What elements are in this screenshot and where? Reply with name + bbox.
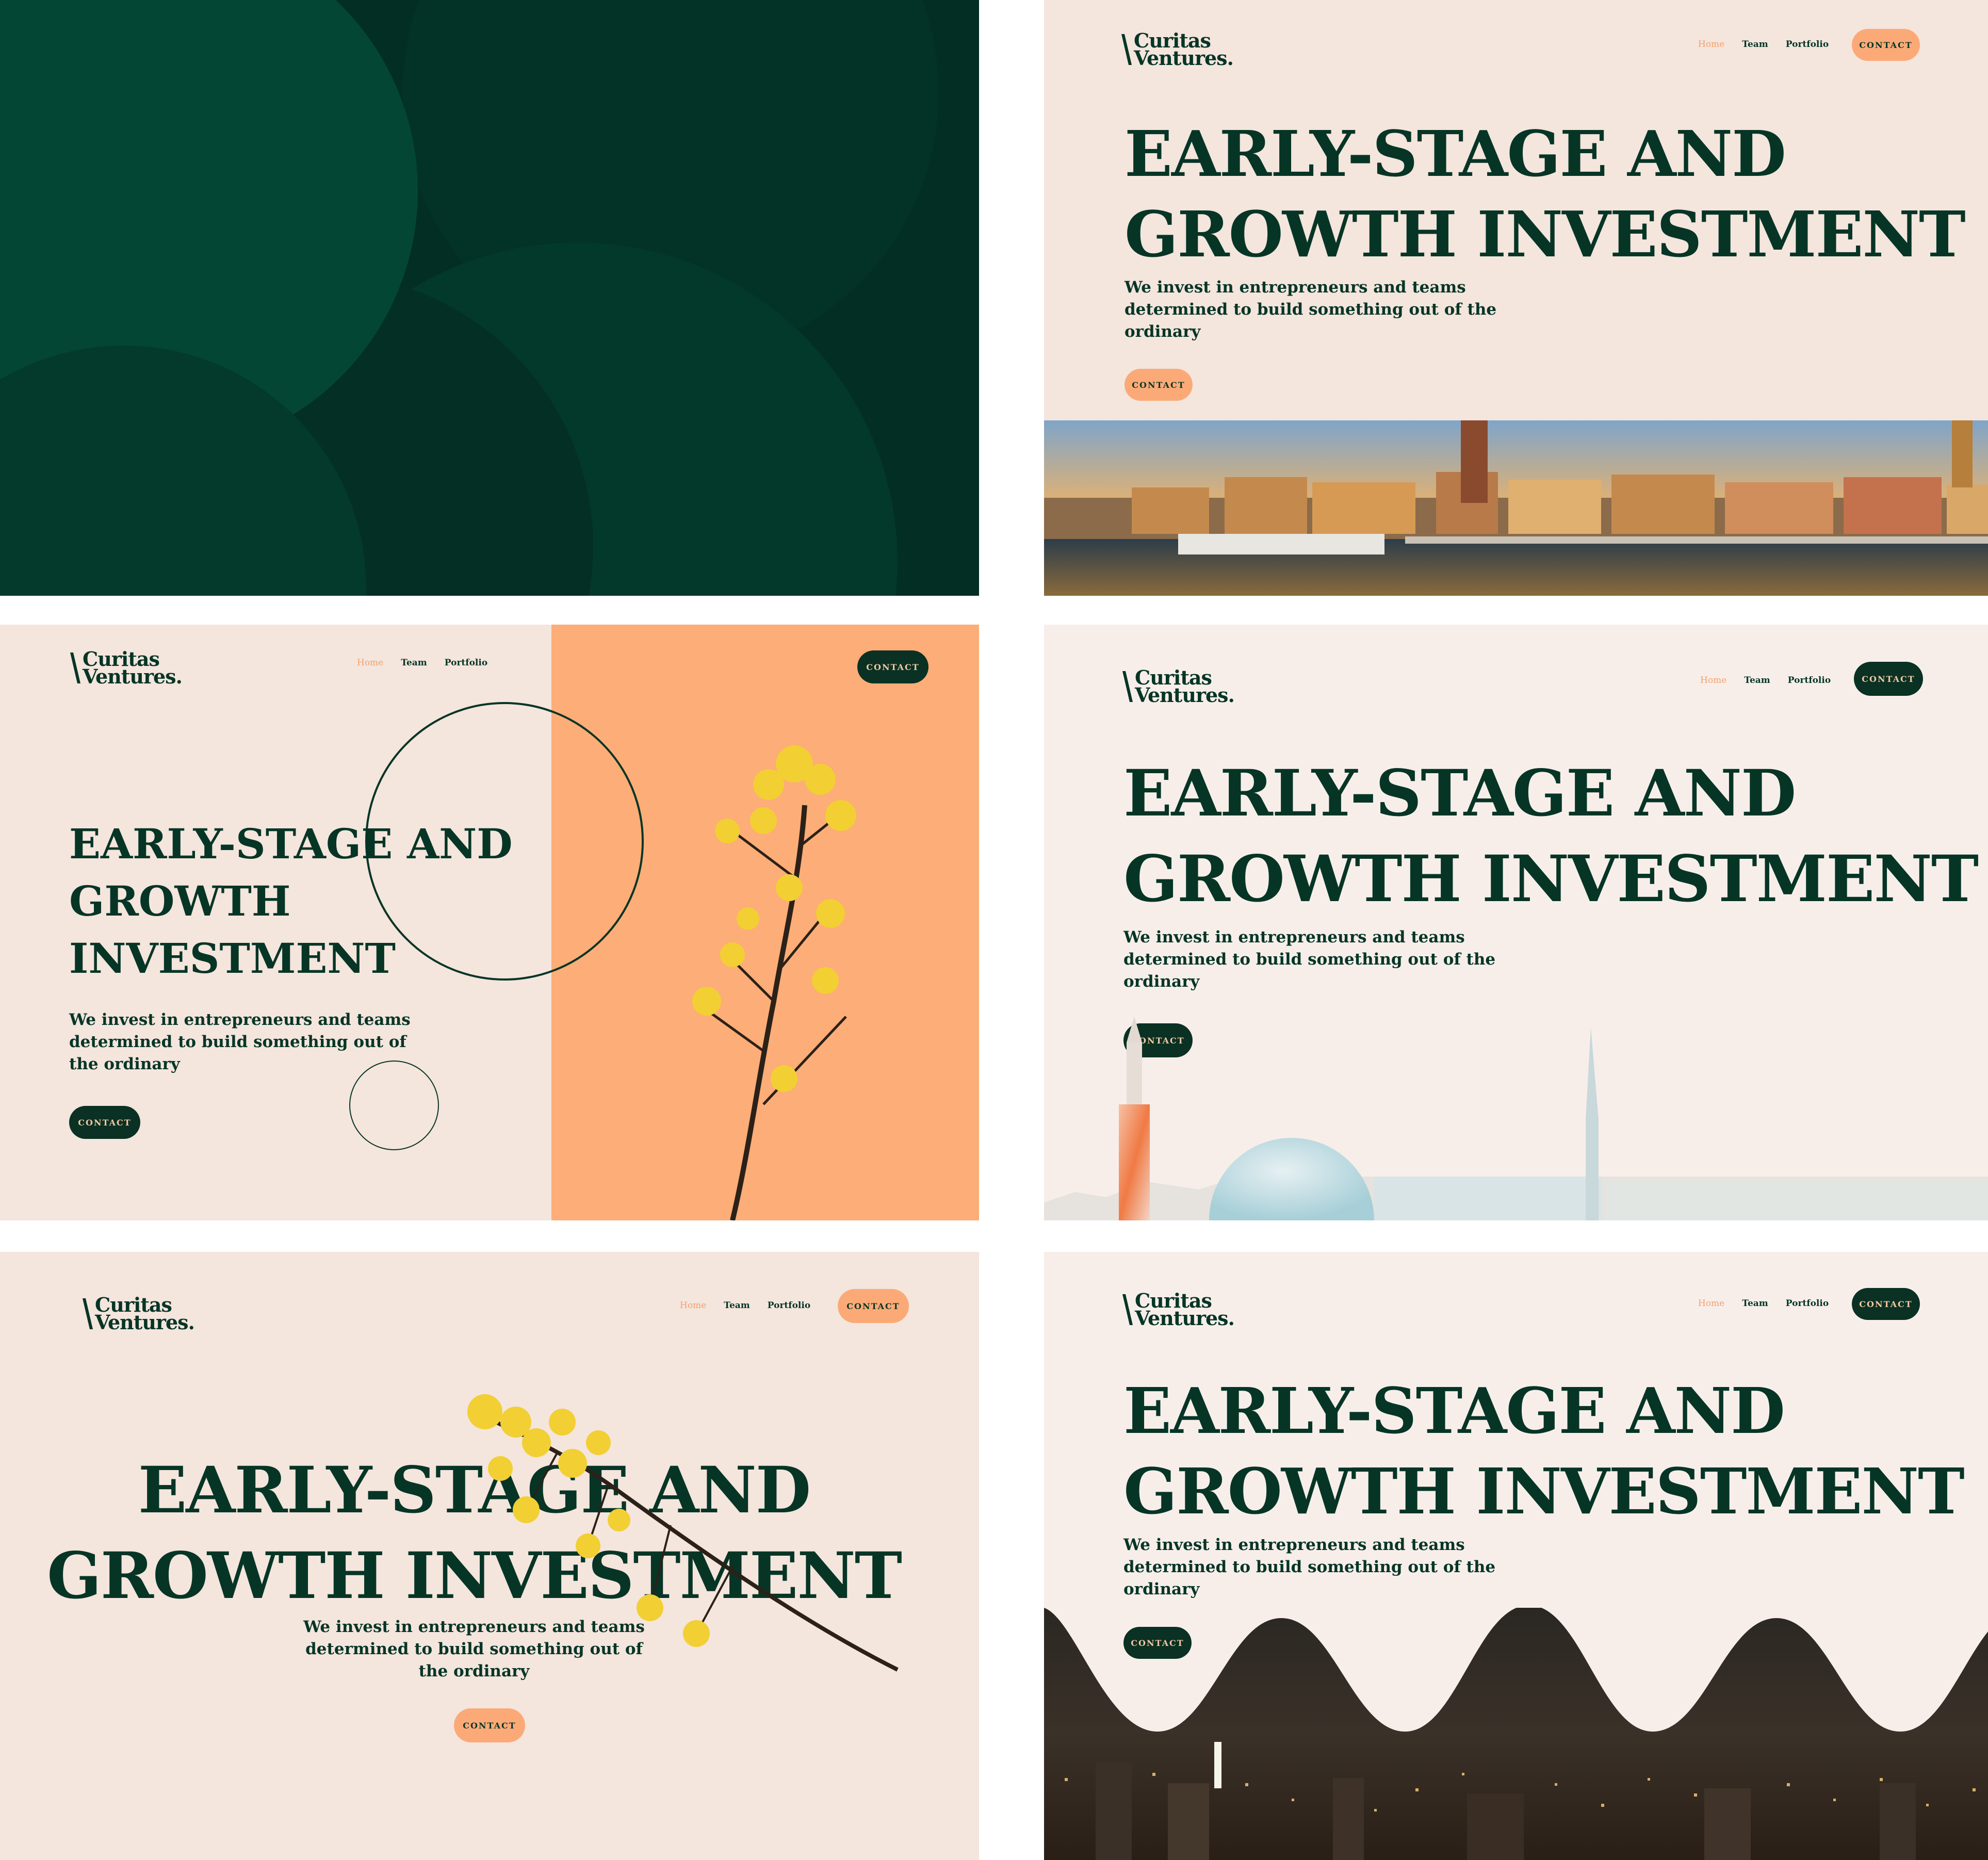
nav-team[interactable]: Team — [724, 1300, 750, 1311]
hero-subtitle: We invest in entrepreneurs and teams det… — [1125, 276, 1496, 343]
hero-headline-line1: EARLY-STAGE AND — [69, 820, 513, 868]
brand-line2: Ventures. — [1135, 1307, 1235, 1330]
brand-line2: Ventures. — [1135, 683, 1235, 707]
nav-team[interactable]: Team — [1742, 39, 1768, 50]
variant-split-flower: Curitas Ventures. Home Team Portfolio CO… — [0, 625, 979, 1220]
hero-subtitle: We invest in entrepreneurs and teams det… — [1123, 926, 1495, 993]
contact-nav-button[interactable]: CONTACT — [1852, 29, 1920, 61]
subtitle-line2: determined to build something out of the — [1123, 1558, 1496, 1576]
nav-home[interactable]: Home — [680, 1300, 706, 1311]
nav-home[interactable]: Home — [1698, 39, 1724, 50]
variant-night-city: Curitas Ventures. Home Team Portfolio CO… — [1044, 1252, 1988, 1860]
nav-home[interactable]: Home — [1700, 675, 1726, 686]
hero-headline-line1: EARLY-STAGE AND — [1123, 1374, 1785, 1448]
logo-mark-icon — [1121, 34, 1132, 65]
hero-headline: EARLY-STAGE AND GROWTH INVESTMENT — [69, 815, 513, 987]
hero-contact-button[interactable]: CONTACT — [1125, 369, 1193, 401]
subtitle-line3: ordinary — [1125, 322, 1201, 341]
contact-nav-button[interactable]: CONTACT — [1852, 1288, 1920, 1320]
abstract-circles-panel — [0, 0, 979, 596]
subtitle-line2: determined to build something out of — [305, 1640, 643, 1658]
contact-nav-button[interactable]: CONTACT — [838, 1289, 909, 1323]
brand-logo[interactable]: Curitas Ventures. — [1122, 668, 1235, 707]
nav-team[interactable]: Team — [1742, 1298, 1768, 1309]
brand-logo[interactable]: Curitas Ventures. — [1122, 1291, 1235, 1330]
hero-headline-line2: GROWTH INVESTMENT — [1123, 1454, 1965, 1528]
brand-logo[interactable]: Curitas Ventures. — [83, 1295, 195, 1334]
subtitle-line3: the ordinary — [69, 1055, 180, 1073]
contact-nav-button[interactable]: CONTACT — [1854, 662, 1923, 696]
hero-subtitle: We invest in entrepreneurs and teams det… — [1123, 1534, 1495, 1601]
hero-headline: EARLY-STAGE AND GROWTH INVESTMENT — [1125, 113, 1966, 274]
subtitle-line3: the ordinary — [418, 1662, 530, 1680]
subtitle-line2: determined to build something out of the — [1125, 300, 1497, 319]
subtitle-line2: determined to build something out of — [69, 1033, 406, 1051]
subtitle-line3: ordinary — [1123, 1580, 1200, 1598]
hero-headline: EARLY-STAGE AND GROWTH INVESTMENT — [1123, 1370, 1965, 1531]
subtitle-line1: We invest in entrepreneurs and teams — [303, 1618, 645, 1636]
logo-mark-icon — [1122, 1294, 1133, 1325]
hero-headline-line3: INVESTMENT — [69, 934, 396, 983]
hero-headline-line2: GROWTH — [69, 877, 291, 925]
variant-city-photo: Curitas Ventures. Home Team Portfolio CO… — [1044, 0, 1988, 596]
hero-headline-line1: EARLY-STAGE AND — [1125, 117, 1786, 191]
nav-portfolio[interactable]: Portfolio — [1786, 1298, 1829, 1309]
main-nav: Home Team Portfolio — [1700, 675, 1831, 686]
subtitle-line1: We invest in entrepreneurs and teams — [1125, 278, 1466, 297]
logo-mark-icon — [83, 1298, 93, 1329]
nav-team[interactable]: Team — [1744, 675, 1770, 686]
brand-line2: Ventures. — [1134, 46, 1234, 70]
subtitle-line1: We invest in entrepreneurs and teams — [1123, 928, 1465, 947]
main-nav: Home Team Portfolio — [1698, 39, 1829, 50]
logo-mark-icon — [1122, 671, 1133, 702]
city-photo — [1044, 420, 1988, 596]
main-nav: Home Team Portfolio — [1698, 1298, 1829, 1309]
subtitle-line2: determined to build something out of the — [1123, 950, 1496, 969]
subtitle-line1: We invest in entrepreneurs and teams — [1123, 1536, 1465, 1554]
skyline-illustration — [1044, 1017, 1988, 1220]
hero-subtitle: We invest in entrepreneurs and teams det… — [69, 1009, 411, 1075]
subtitle-line1: We invest in entrepreneurs and teams — [69, 1010, 411, 1029]
nav-portfolio[interactable]: Portfolio — [1786, 39, 1829, 50]
hero-headline-line2: GROWTH INVESTMENT — [1123, 842, 1979, 917]
nav-portfolio[interactable]: Portfolio — [768, 1300, 810, 1311]
variant-watercolor-skyline: Curitas Ventures. Home Team Portfolio CO… — [1044, 625, 1988, 1220]
hero-headline: EARLY-STAGE AND GROWTH INVESTMENT — [1123, 751, 1979, 922]
hero-contact-button[interactable]: CONTACT — [454, 1708, 525, 1742]
variant-centered-flower: Curitas Ventures. Home Team Portfolio CO… — [0, 1252, 979, 1860]
flower-image — [692, 745, 856, 1220]
nav-home[interactable]: Home — [1698, 1298, 1724, 1309]
hero-contact-button[interactable]: CONTACT — [69, 1106, 140, 1139]
nav-portfolio[interactable]: Portfolio — [1788, 675, 1831, 686]
night-city-photo — [1044, 1608, 1988, 1860]
hero-subtitle: We invest in entrepreneurs and teams det… — [0, 1616, 964, 1683]
main-nav: Home Team Portfolio — [680, 1300, 810, 1311]
brand-logo[interactable]: Curitas Ventures. — [1121, 31, 1234, 70]
abstract-circles-graphic — [0, 0, 979, 596]
brand-line2: Ventures. — [95, 1311, 195, 1334]
hero-headline-line1: EARLY-STAGE AND — [1123, 756, 1796, 831]
hero-headline-line2: GROWTH INVESTMENT — [1125, 197, 1966, 271]
